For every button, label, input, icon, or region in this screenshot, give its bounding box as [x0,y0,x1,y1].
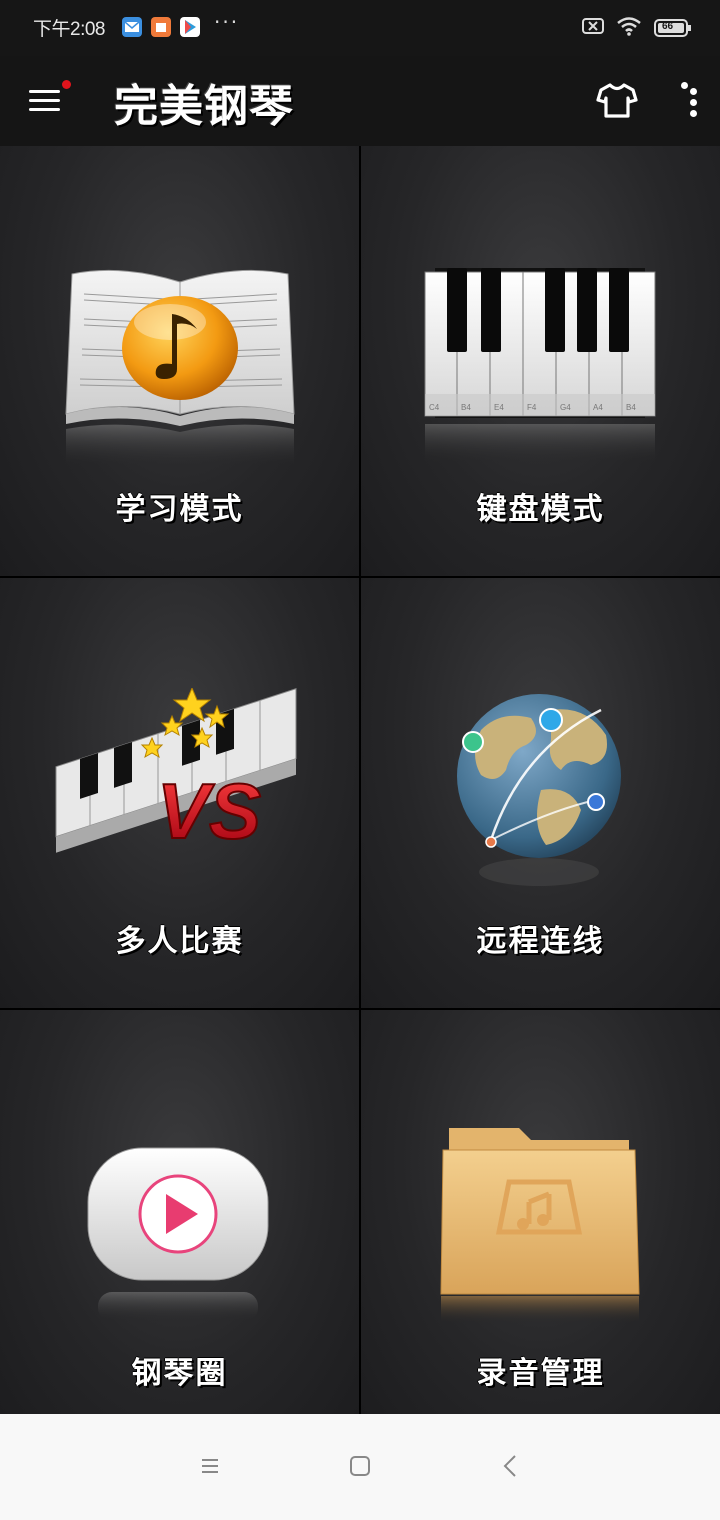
system-nav-bar [0,1414,720,1520]
app-bar: 完美钢琴 [0,56,720,146]
theme-button[interactable] [596,80,638,120]
globe-network-icon [457,694,621,886]
tile-label-learn: 学习模式 [115,492,244,527]
recents-icon [202,1459,218,1473]
key-label: B4 [626,403,636,412]
app-title: 完美钢琴 [114,81,294,132]
battery-icon: 66 [654,18,692,38]
status-more-dots: ··· [214,10,240,34]
music-folder-icon [440,1128,640,1324]
sim-icon [582,17,604,39]
tile-multiplayer[interactable]: VS 多人比赛 [0,578,359,1008]
tile-recording-manager[interactable]: 录音管理 [361,1010,720,1440]
key-label: E4 [494,403,504,412]
key-label: B4 [461,403,471,412]
notification-dot [62,80,71,89]
play-video-icon [87,1147,269,1322]
key-label: A4 [593,403,603,412]
tile-label-keyboard: 键盘模式 [476,492,605,527]
key-label: F4 [527,403,537,412]
home-button[interactable] [338,1444,382,1488]
tile-piano-circle[interactable]: 钢琴圈 [0,1010,359,1440]
vs-battle-icon: VS [55,688,297,856]
store-app-icon [151,17,171,37]
mail-app-icon [122,17,142,37]
back-icon [503,1455,516,1477]
menu-button[interactable] [26,80,71,116]
tile-label-recordings: 录音管理 [476,1356,605,1391]
more-options-button[interactable] [672,82,698,122]
vs-text: VS [157,767,261,855]
more-vert-icon [681,82,697,117]
key-label: G4 [560,403,571,412]
mode-grid: 学习模式 C4 B4 E4 F4 G4 A4 B4 键盘模式 VS 多人比赛 远… [0,146,720,1440]
tile-keyboard-mode[interactable]: C4 B4 E4 F4 G4 A4 B4 键盘模式 [361,146,720,576]
tile-remote-connect[interactable]: 远程连线 [361,578,720,1008]
home-icon [350,1456,370,1476]
tile-label-multiplayer: 多人比赛 [115,924,244,959]
back-button[interactable] [488,1444,532,1488]
play-store-icon [180,17,200,37]
battery-level: 66 [662,21,674,32]
wifi-icon [616,16,642,40]
recents-button[interactable] [188,1444,232,1488]
status-time: 下午2:08 [33,19,105,40]
tile-label-remote: 远程连线 [476,924,605,959]
music-book-icon [65,269,295,464]
piano-keys-icon: C4 B4 E4 F4 G4 A4 B4 [424,268,656,464]
status-bar: 下午2:08 ··· 66 [0,0,720,56]
tshirt-icon [596,83,638,118]
key-label: C4 [429,403,440,412]
tile-label-piano-circle: 钢琴圈 [131,1356,228,1391]
tile-learn-mode[interactable]: 学习模式 [0,146,359,576]
